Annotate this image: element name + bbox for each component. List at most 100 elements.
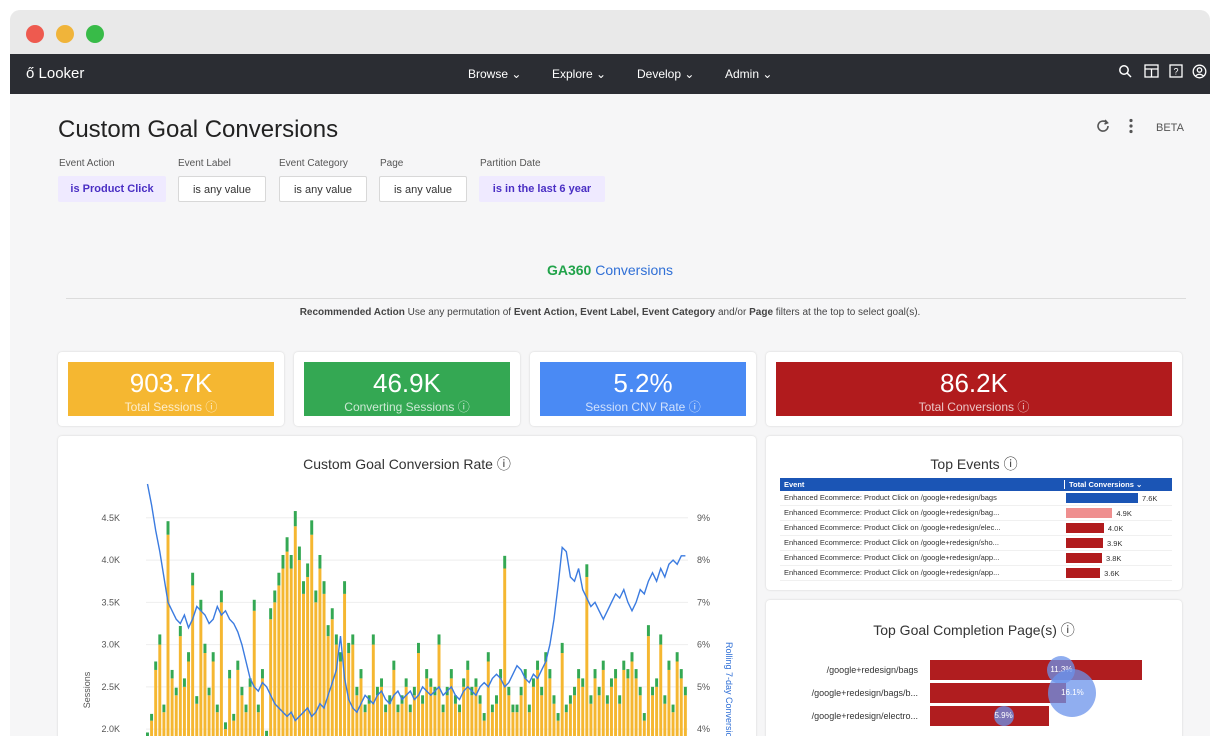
table-row[interactable]: Enhanced Ecommerce: Product Click on /go…: [780, 536, 1172, 551]
sessions-bar: [634, 678, 638, 736]
nav-admin[interactable]: Admin ⌄: [725, 67, 772, 81]
converting-sessions-bar: [277, 572, 281, 586]
event-name: Enhanced Ecommerce: Product Click on /go…: [784, 493, 997, 502]
conversion-bar: [1066, 508, 1113, 518]
converting-sessions-bar: [207, 687, 211, 696]
page-bar[interactable]: [930, 660, 1142, 680]
converting-sessions-bar: [334, 634, 338, 645]
sessions-bar: [277, 585, 281, 736]
sessions-bar: [507, 695, 511, 736]
kpi-tile: 903.7K Total Sessions ⓘ: [68, 362, 274, 416]
account-icon[interactable]: [1192, 64, 1207, 83]
converting-sessions-bar: [646, 625, 650, 637]
sessions-bar: [174, 695, 178, 736]
sessions-bar: [396, 712, 400, 736]
converting-sessions-bar: [548, 669, 552, 679]
sessions-bar: [453, 703, 457, 736]
sessions-bar: [593, 678, 597, 736]
recommend-bold-1: Event Action, Event Label, Event Categor…: [513, 307, 716, 318]
looker-logo[interactable]: ő Looker: [26, 65, 84, 82]
filter-page[interactable]: is any value: [379, 176, 467, 202]
nav-browse[interactable]: Browse ⌄: [468, 67, 521, 81]
column-header-total-conversions[interactable]: Total Conversions ⌄: [1064, 480, 1172, 489]
sessions-bar: [618, 703, 622, 736]
conversion-value: 4.0K: [1107, 524, 1124, 533]
table-row[interactable]: Enhanced Ecommerce: Product Click on /go…: [780, 521, 1172, 536]
dashboard-content: Custom Goal Conversions BETA Event Actio…: [10, 94, 1210, 736]
sessions-bar: [605, 703, 609, 736]
converting-sessions-bar: [581, 678, 585, 687]
kpi-tile: 86.2K Total Conversions ⓘ: [776, 362, 1172, 416]
converting-sessions-bar: [154, 661, 158, 670]
converting-sessions-bar: [671, 704, 675, 713]
sessions-bar: [388, 703, 392, 736]
converting-sessions-bar: [659, 634, 663, 645]
filter-event-action[interactable]: is Product Click: [58, 176, 166, 202]
converting-sessions-bar: [614, 669, 618, 679]
info-icon[interactable]: ⓘ: [458, 400, 470, 414]
converting-sessions-bar: [330, 608, 334, 620]
sessions-bar: [187, 661, 191, 736]
converting-sessions-bar: [667, 660, 671, 670]
page-label: /google+redesign/bags/b...: [811, 688, 918, 698]
converting-sessions-bar: [240, 686, 244, 696]
table-row[interactable]: Enhanced Ecommerce: Product Click on /go…: [780, 566, 1172, 581]
info-icon[interactable]: ⓘ: [1017, 400, 1029, 414]
sessions-bar: [351, 644, 355, 736]
more-options-icon[interactable]: [1128, 118, 1134, 139]
window-titlebar: [10, 10, 1210, 54]
filter-event-label[interactable]: is any value: [178, 176, 266, 202]
converting-sessions-bar: [429, 678, 433, 687]
nav-develop[interactable]: Develop ⌄: [637, 67, 694, 81]
sessions-bar: [577, 678, 581, 736]
event-name: Enhanced Ecommerce: Product Click on /go…: [784, 553, 1000, 562]
info-icon[interactable]: ⓘ: [205, 400, 217, 414]
sessions-bar: [326, 636, 330, 736]
converting-sessions-bar: [482, 713, 486, 721]
sessions-bar: [663, 703, 667, 736]
reload-icon[interactable]: [1095, 118, 1111, 139]
sessions-bar: [503, 568, 507, 736]
page-bar[interactable]: [930, 683, 1066, 703]
table-row[interactable]: Enhanced Ecommerce: Product Click on /go…: [780, 551, 1172, 566]
converting-sessions-bar: [597, 686, 601, 696]
top-events-card: Top Events ⓘ Event Total Conversions ⌄ E…: [766, 436, 1182, 590]
converting-sessions-bar: [347, 642, 351, 654]
filter-event-category[interactable]: is any value: [279, 176, 367, 202]
info-icon[interactable]: ⓘ: [689, 400, 701, 414]
kpi-card-total-conversions: 86.2K Total Conversions ⓘ: [766, 352, 1182, 426]
converting-sessions-bar: [437, 634, 441, 645]
conversion-bar: [1066, 553, 1102, 563]
page-title: Custom Goal Conversions: [58, 116, 339, 143]
conversion-bar: [1066, 493, 1138, 503]
svg-text:?: ?: [1173, 67, 1178, 77]
sessions-bar: [470, 695, 474, 736]
converting-sessions-bar: [252, 599, 256, 611]
converting-sessions-bar: [630, 652, 634, 662]
search-icon[interactable]: [1118, 64, 1132, 82]
sessions-bar: [499, 678, 503, 736]
boards-icon[interactable]: [1144, 64, 1159, 82]
page-bar[interactable]: [930, 706, 1049, 726]
minimize-window-icon[interactable]: [56, 25, 74, 43]
table-row[interactable]: Enhanced Ecommerce: Product Click on /go…: [780, 506, 1172, 521]
y2-tick-label: 4%: [697, 724, 710, 734]
converting-sessions-bar: [162, 704, 166, 713]
converting-sessions-bar: [224, 722, 227, 730]
table-row[interactable]: Enhanced Ecommerce: Product Click on /go…: [780, 491, 1172, 506]
maximize-window-icon[interactable]: [86, 25, 104, 43]
top-pages-title[interactable]: Top Goal Completion Page(s) ⓘ: [766, 620, 1182, 640]
nav-explore[interactable]: Explore ⌄: [552, 67, 606, 81]
help-icon[interactable]: ?: [1169, 64, 1183, 82]
close-window-icon[interactable]: [26, 25, 44, 43]
converting-sessions-bar: [568, 695, 572, 704]
column-header-event[interactable]: Event: [784, 480, 804, 489]
sessions-bar: [626, 678, 630, 736]
recommend-lead: Recommended Action: [299, 307, 405, 318]
top-events-title[interactable]: Top Events ⓘ: [766, 454, 1182, 474]
converting-sessions-bar: [474, 678, 478, 687]
sessions-bar: [203, 653, 207, 736]
kpi-label: Converting Sessions ⓘ: [304, 398, 510, 415]
filter-partition-date[interactable]: is in the last 6 year: [479, 176, 605, 202]
sessions-bar: [236, 669, 240, 736]
